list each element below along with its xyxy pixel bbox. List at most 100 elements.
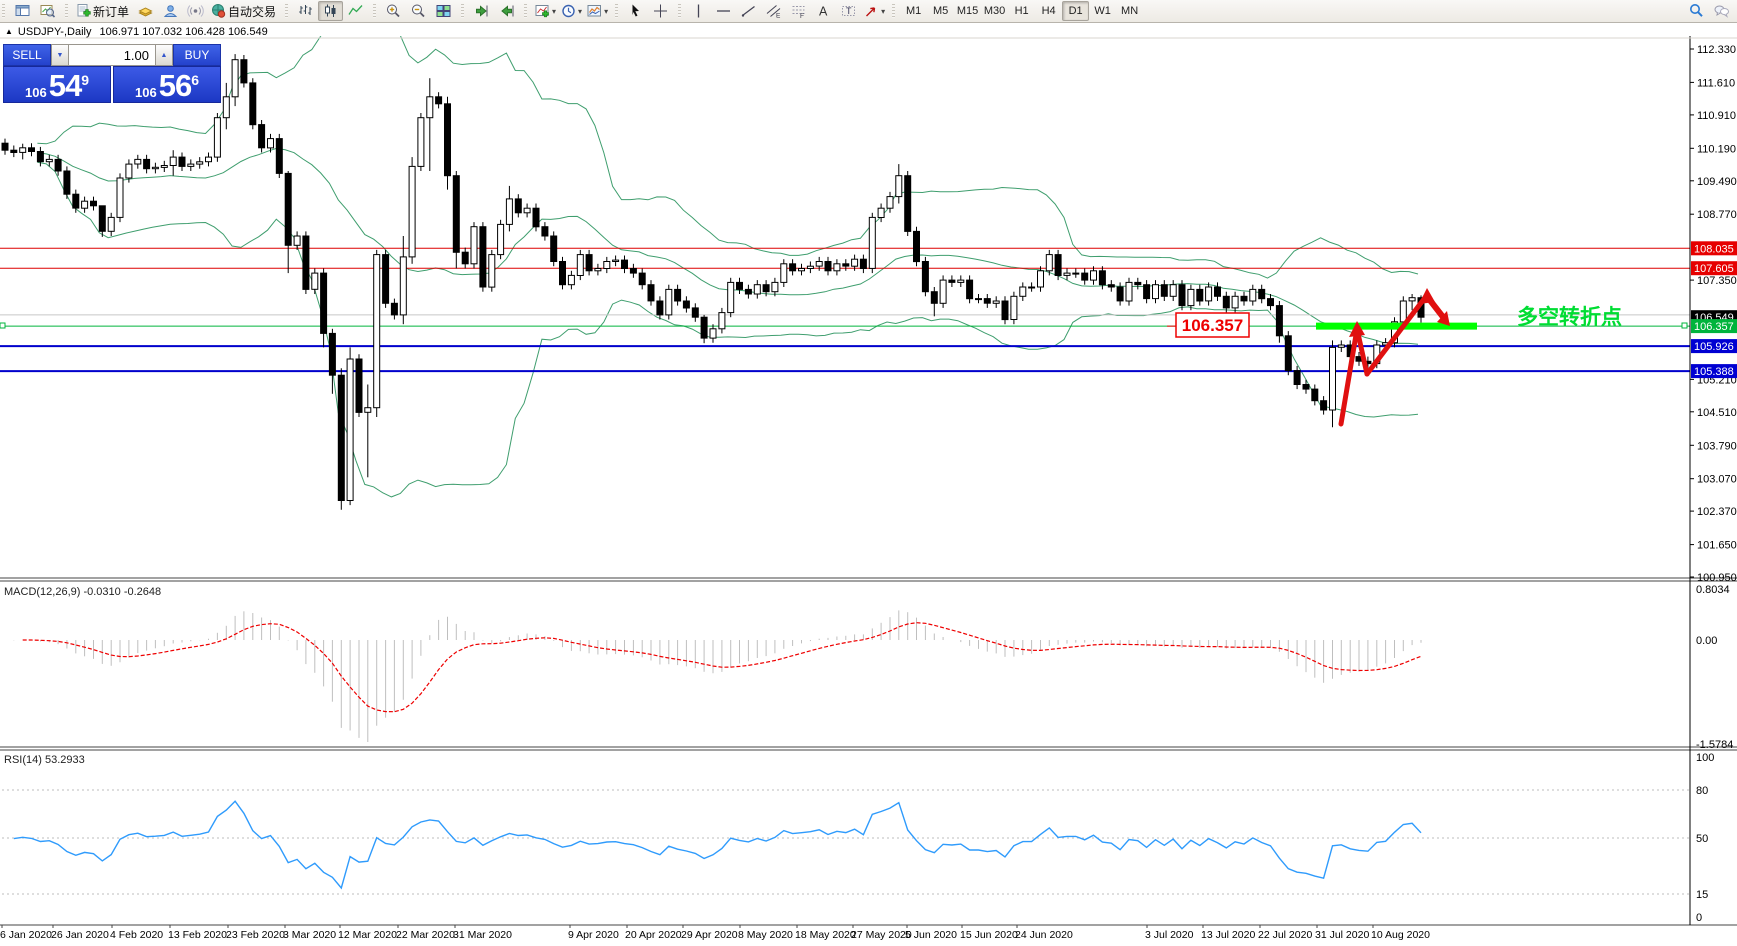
toolbar-group-handle[interactable] (285, 4, 289, 18)
down-arrow-shaft[interactable] (1426, 296, 1446, 320)
candle-body (1143, 284, 1151, 300)
toolbar-group-handle[interactable] (2, 4, 5, 18)
candle-body (621, 259, 628, 270)
signal-button[interactable] (183, 1, 208, 21)
line-chart-button[interactable] (343, 1, 368, 21)
arrows-button[interactable]: ▾ (861, 1, 887, 21)
mt4-window: { "toolbar": { "groups": [ {"items":[{"i… (0, 0, 1737, 946)
dropdown-caret-icon[interactable]: ▾ (604, 7, 608, 16)
candle-body (727, 281, 735, 314)
sell-button[interactable]: SELL (3, 44, 51, 66)
indicators-icon (535, 5, 549, 18)
dropdown-caret-icon[interactable]: ▾ (552, 7, 556, 16)
rsi-line (13, 800, 1422, 890)
price-tick-label: 103.070 (1697, 474, 1737, 486)
candle-body (1178, 284, 1186, 307)
toolbar-group-handle[interactable] (524, 4, 528, 18)
search-button[interactable] (1684, 1, 1709, 21)
preview-button[interactable] (35, 1, 60, 21)
ohlc-quotes: 106.971 107.032 106.428 106.549 (99, 25, 268, 38)
autotrade-button[interactable]: 自动交易 (208, 1, 280, 21)
new-order-button[interactable]: 新订单 (73, 1, 133, 21)
candle-body (382, 254, 390, 304)
toolbar-group-handle[interactable] (678, 4, 682, 18)
price-tick-label: 100.950 (1697, 572, 1737, 584)
horizontal-line-button[interactable] (711, 1, 736, 21)
timeframe-m5-button[interactable]: M5 (927, 1, 954, 21)
candle-body (1019, 286, 1027, 297)
fibonacci-button[interactable]: F (786, 1, 811, 21)
collapse-icon[interactable]: ▲ (5, 27, 13, 36)
periods-button[interactable]: ▾ (558, 1, 584, 21)
timeframe-m1-button[interactable]: M1 (900, 1, 927, 21)
candle-chart-icon (325, 4, 336, 17)
buy-button[interactable]: BUY (173, 44, 221, 66)
gold-button[interactable] (133, 1, 158, 21)
toolbar-group-handle[interactable] (65, 4, 68, 18)
sell-price-display[interactable]: 106 54 9 (3, 66, 111, 103)
timeframe-w1-button[interactable]: W1 (1089, 1, 1116, 21)
bar-chart-icon (299, 5, 312, 15)
candle-chart-button[interactable] (318, 1, 344, 21)
date-label: 13 Jul 2020 (1201, 929, 1255, 941)
buy-price-display[interactable]: 106 56 6 (113, 66, 221, 103)
crosshair-button[interactable] (648, 1, 673, 21)
dropdown-caret-icon[interactable]: ▾ (881, 7, 885, 16)
candle-body (1284, 335, 1292, 372)
chart-shift-button[interactable] (494, 1, 519, 21)
volume-increase-button[interactable]: ▲ (155, 44, 173, 66)
timeframe-m30-button[interactable]: M30 (981, 1, 1008, 21)
macd-indicator-label: MACD(12,26,9) -0.0310 -0.2648 (4, 586, 161, 598)
toolbar-group: ▾ ▾ ▾ (529, 0, 613, 22)
community-button[interactable] (158, 1, 183, 21)
volume-input[interactable]: 1.00 (69, 44, 155, 66)
templates-button[interactable]: ▾ (584, 1, 610, 21)
chart-window[interactable]: ▲ USDJPY-,Daily 106.971 107.032 106.428 … (0, 22, 1737, 946)
zoom-out-button[interactable] (406, 1, 431, 21)
indicators-button[interactable]: ▾ (532, 1, 558, 21)
cursor-button[interactable] (623, 1, 648, 21)
timeframe-h4-button[interactable]: H4 (1035, 1, 1062, 21)
toolbar-group-handle[interactable] (373, 4, 377, 18)
zigzag-arrows[interactable] (1338, 288, 1450, 427)
timeframe-d1-button[interactable]: D1 (1062, 1, 1090, 21)
chart-canvas[interactable]: 106.357 多空转折点 112.330 111.610 110.910 110.190… (0, 22, 1737, 946)
toolbar-group-handle[interactable] (615, 4, 619, 18)
line-handle[interactable] (0, 322, 6, 329)
toolbar-group-handle[interactable] (461, 4, 465, 18)
timeframe-mn-button[interactable]: MN (1116, 1, 1143, 21)
zoom-in-button[interactable] (381, 1, 406, 21)
trend-line-icon (741, 5, 755, 17)
text-button[interactable]: A (811, 1, 836, 21)
candle-body (780, 263, 788, 283)
chat-button[interactable] (1709, 1, 1734, 21)
trend-line-button[interactable] (736, 1, 761, 21)
timeframe-h1-button[interactable]: H1 (1008, 1, 1035, 21)
window-button[interactable] (10, 1, 35, 21)
channel-button[interactable]: E (761, 1, 786, 21)
toolbar-group-handle[interactable] (892, 4, 896, 18)
auto-scroll-button[interactable] (469, 1, 494, 21)
zigzag-segment[interactable] (1364, 292, 1430, 377)
zigzag-segment[interactable] (1338, 326, 1360, 427)
vertical-line-button[interactable] (686, 1, 711, 21)
candle-body (1125, 281, 1133, 302)
text-label-button[interactable]: T (836, 1, 861, 21)
volume-decrease-button[interactable]: ▼ (51, 44, 69, 66)
timeframe-m15-button[interactable]: M15 (954, 1, 981, 21)
price-tick-label: 111.610 (1697, 77, 1735, 89)
chart-shift-icon (501, 5, 514, 17)
line-handle[interactable] (1681, 322, 1688, 329)
tile-windows-button[interactable] (431, 1, 456, 21)
toolbar-group (466, 0, 522, 22)
bar-chart-button[interactable] (293, 1, 318, 21)
candle-body (373, 254, 381, 409)
chart-title-bar[interactable]: ▲ USDJPY-,Daily 106.971 107.032 106.428 … (5, 25, 268, 38)
candle-body (28, 147, 35, 153)
buy-price-figure: 106 (135, 85, 157, 100)
candle-body (399, 256, 407, 316)
candle-body (514, 198, 522, 214)
candle-body (1311, 388, 1319, 402)
date-label: 31 Jul 2020 (1315, 929, 1369, 941)
dropdown-caret-icon[interactable]: ▾ (578, 7, 582, 16)
